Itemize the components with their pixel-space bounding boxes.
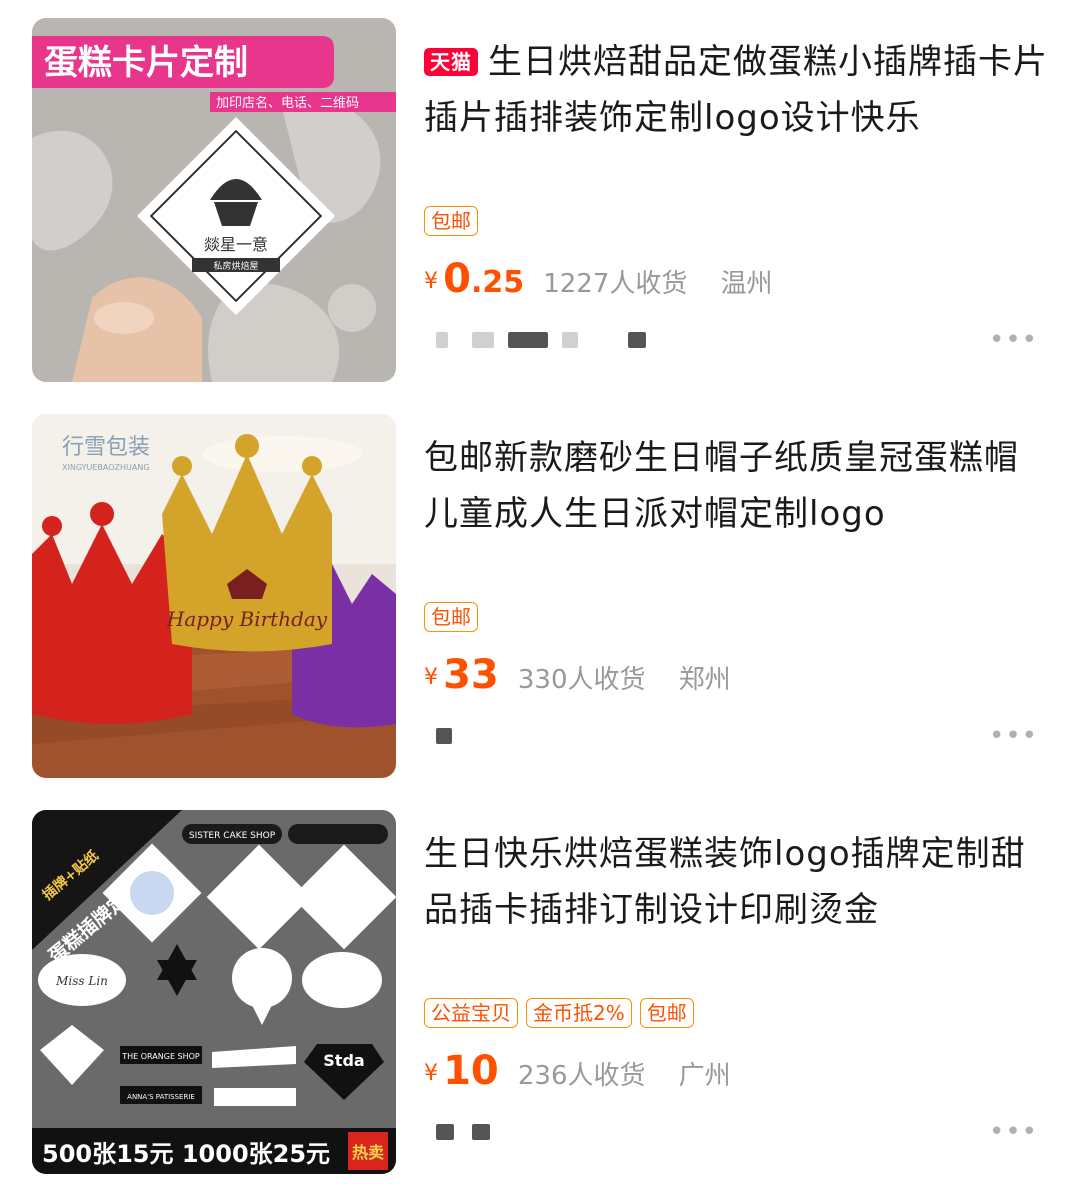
product-title[interactable]: 包邮新款磨砂生日帽子纸质皇冠蛋糕帽儿童成人生日派对帽定制logo xyxy=(424,430,1049,542)
product-image[interactable]: 行雪包装 XINGYUEBAOZHUANG Happy Birthday xyxy=(32,414,396,778)
location: 温州 xyxy=(720,269,773,299)
more-options-icon[interactable]: ••• xyxy=(989,1119,1038,1145)
price: 0.25 xyxy=(443,256,524,302)
price: 33 xyxy=(443,652,499,698)
redaction-block xyxy=(436,728,452,744)
redaction-block xyxy=(472,332,494,348)
tag-free-shipping: 包邮 xyxy=(639,998,694,1028)
image-crown-text: Happy Birthday xyxy=(166,607,328,631)
image-shop3: ANNA'S PATISSERIE xyxy=(127,1093,195,1101)
tmall-badge: 天猫 xyxy=(424,48,478,76)
price-integer: 33 xyxy=(443,652,499,698)
tag-charity: 公益宝贝 xyxy=(424,998,518,1028)
tag-free-shipping: 包邮 xyxy=(424,602,478,632)
image-promo: 500张15元 1000张25元 xyxy=(42,1140,330,1168)
product-title-text: 生日快乐烘焙蛋糕装饰logo插牌定制甜品插卡插排订制设计印刷烫金 xyxy=(424,834,1026,930)
location: 郑州 xyxy=(678,665,731,695)
price-integer: 10 xyxy=(443,1048,499,1094)
redaction-block xyxy=(472,1124,490,1140)
image-sub-text: 加印店名、电话、二维码 xyxy=(216,95,359,111)
image-shop4: Stda xyxy=(323,1051,364,1070)
price-row: ¥ 10 236人收货 广州 xyxy=(424,1048,731,1100)
product-card[interactable]: 行雪包装 XINGYUEBAOZHUANG Happy Birthday 包邮新… xyxy=(0,396,1079,792)
image-shop5: Miss Lin xyxy=(55,974,108,988)
location: 广州 xyxy=(678,1061,731,1091)
tag-free-shipping: 包邮 xyxy=(424,206,478,236)
product-image[interactable]: 插牌+贴纸 蛋糕插牌定制 SISTER CAKE SHOP Miss Lin T… xyxy=(32,810,396,1174)
price-row: ¥ 0.25 1227人收货 温州 xyxy=(424,256,772,308)
image-shop2: THE ORANGE SHOP xyxy=(121,1052,200,1061)
product-info: 生日快乐烘焙蛋糕装饰logo插牌定制甜品插卡插排订制设计印刷烫金 公益宝贝 金币抵… xyxy=(424,810,1054,1174)
shop-name-redacted xyxy=(432,724,692,748)
tag-coin-discount: 金币抵2% xyxy=(526,998,632,1028)
sold-count: 330人收货 xyxy=(517,665,646,695)
redaction-block xyxy=(628,332,646,348)
price-integer: 0 xyxy=(443,256,471,302)
product-info: 天猫 生日烘焙甜品定做蛋糕小插牌插卡片插片插排装饰定制logo设计快乐 包邮 ¥ … xyxy=(424,18,1054,382)
product-tags: 包邮 xyxy=(424,206,486,238)
product-tags: 包邮 xyxy=(424,602,486,634)
image-hot: 热卖 xyxy=(352,1143,384,1162)
product-tags: 公益宝贝 金币抵2% 包邮 xyxy=(424,998,702,1030)
product-info: 包邮新款磨砂生日帽子纸质皇冠蛋糕帽儿童成人生日派对帽定制logo 包邮 ¥ 33… xyxy=(424,414,1054,778)
product-card[interactable]: 插牌+贴纸 蛋糕插牌定制 SISTER CAKE SHOP Miss Lin T… xyxy=(0,792,1079,1188)
price-row: ¥ 33 330人收货 郑州 xyxy=(424,652,731,704)
currency-symbol: ¥ xyxy=(424,269,438,294)
image-banner-text: 蛋糕卡片定制 xyxy=(44,43,248,83)
image-watermark-sub: XINGYUEBAOZHUANG xyxy=(62,463,150,472)
redaction-block xyxy=(562,332,578,348)
shop-name-redacted xyxy=(432,1120,692,1144)
more-options-icon[interactable]: ••• xyxy=(989,327,1038,353)
currency-symbol: ¥ xyxy=(424,665,438,690)
product-list: 蛋糕卡片定制 加印店名、电话、二维码 燚星一意 私房烘焙屋 天猫 生日烘焙甜品定做… xyxy=(0,0,1079,1182)
product-title-text: 生日烘焙甜品定做蛋糕小插牌插卡片插片插排装饰定制logo设计快乐 xyxy=(424,42,1048,138)
currency-symbol: ¥ xyxy=(424,1061,438,1086)
image-shop1: SISTER CAKE SHOP xyxy=(189,831,276,841)
price: 10 xyxy=(443,1048,499,1094)
image-card-name: 燚星一意 xyxy=(204,235,268,254)
image-card-sub: 私房烘焙屋 xyxy=(213,260,258,272)
product-image[interactable]: 蛋糕卡片定制 加印店名、电话、二维码 燚星一意 私房烘焙屋 xyxy=(32,18,396,382)
product-title[interactable]: 天猫 生日烘焙甜品定做蛋糕小插牌插卡片插片插排装饰定制logo设计快乐 xyxy=(424,34,1049,146)
redaction-block xyxy=(436,332,448,348)
price-decimal: .25 xyxy=(470,265,525,300)
product-image-cake-cards: 蛋糕卡片定制 加印店名、电话、二维码 燚星一意 私房烘焙屋 xyxy=(32,18,396,382)
image-watermark: 行雪包装 xyxy=(62,435,150,460)
sold-count: 1227人收货 xyxy=(543,269,688,299)
product-image-crowns: 行雪包装 XINGYUEBAOZHUANG Happy Birthday xyxy=(32,414,396,778)
product-title-text: 包邮新款磨砂生日帽子纸质皇冠蛋糕帽儿童成人生日派对帽定制logo xyxy=(424,438,1019,534)
product-image-cake-toppers: 插牌+贴纸 蛋糕插牌定制 SISTER CAKE SHOP Miss Lin T… xyxy=(32,810,396,1174)
more-options-icon[interactable]: ••• xyxy=(989,723,1038,749)
product-card[interactable]: 蛋糕卡片定制 加印店名、电话、二维码 燚星一意 私房烘焙屋 天猫 生日烘焙甜品定做… xyxy=(0,0,1079,396)
shop-name-redacted xyxy=(432,328,692,352)
redaction-block xyxy=(436,1124,454,1140)
sold-count: 236人收货 xyxy=(517,1061,646,1091)
product-title[interactable]: 生日快乐烘焙蛋糕装饰logo插牌定制甜品插卡插排订制设计印刷烫金 xyxy=(424,826,1049,938)
redaction-block xyxy=(508,332,548,348)
